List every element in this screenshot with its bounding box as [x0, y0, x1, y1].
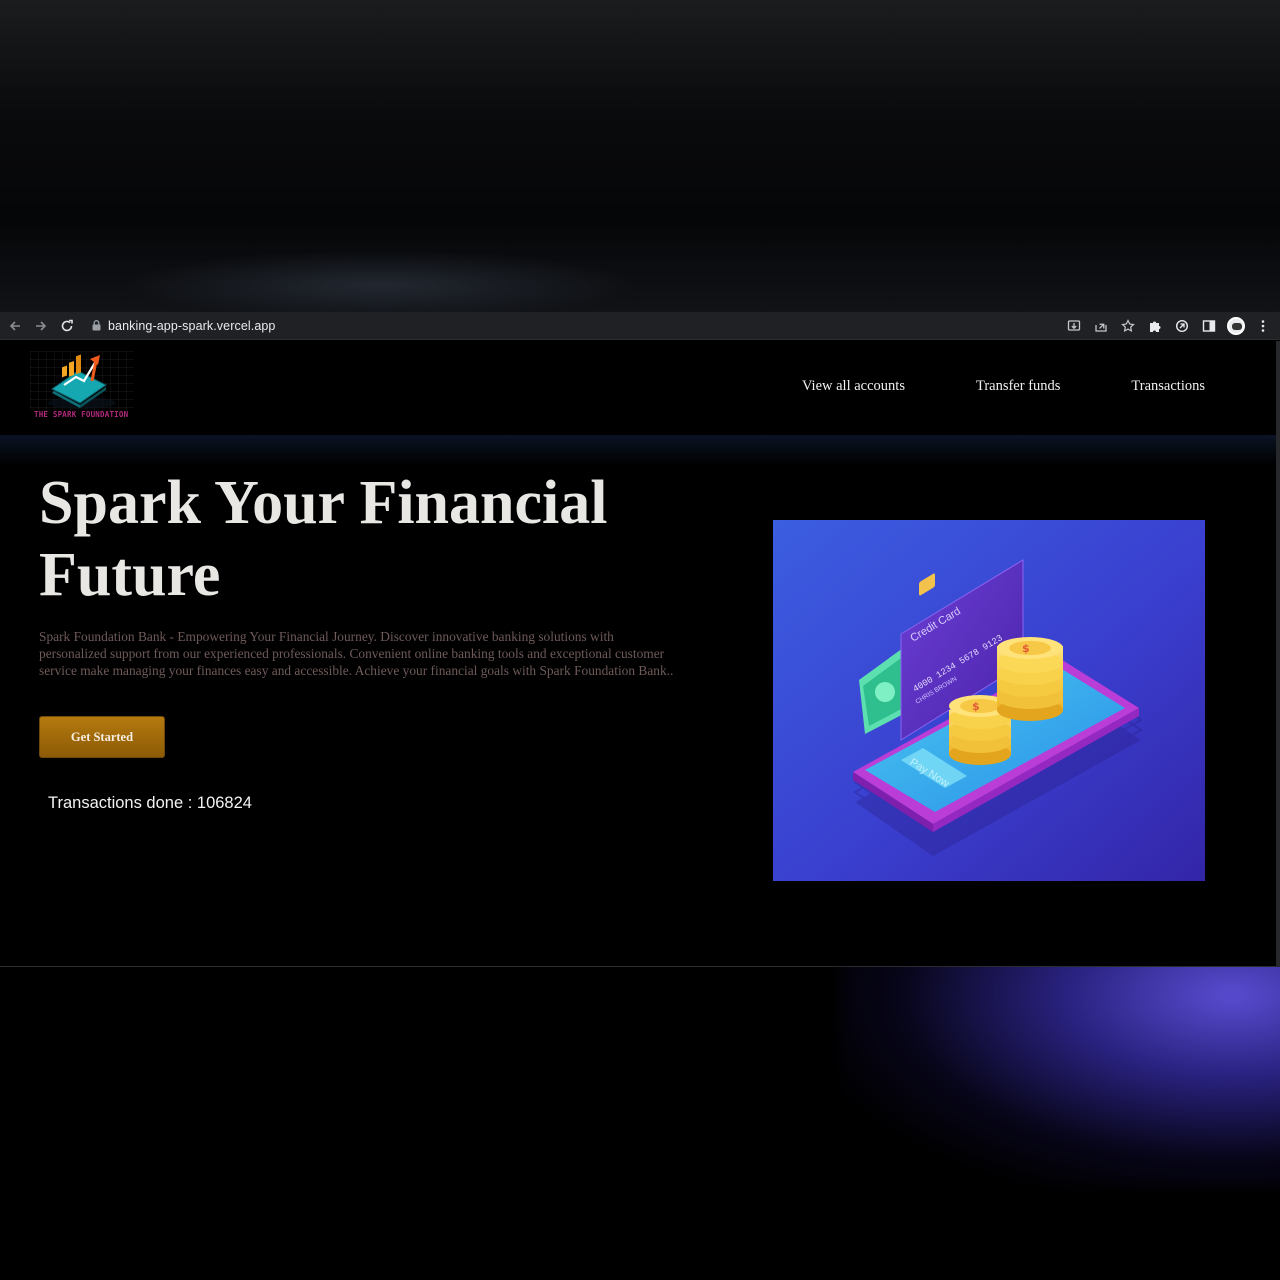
- lock-icon: [90, 320, 102, 331]
- dollar-sign-icon: $: [1022, 642, 1030, 655]
- install-icon: [1067, 320, 1080, 331]
- arrow-right-icon: [36, 320, 47, 331]
- puzzle-icon: [1149, 321, 1160, 332]
- coin-stack-back: $: [997, 637, 1063, 721]
- kebab-menu-icon: [1261, 320, 1264, 332]
- share-icon: [1094, 323, 1107, 332]
- site-header: THE SPARK FOUNDATION View all accounts T…: [0, 341, 1276, 435]
- side-panel-icon: [1202, 320, 1215, 332]
- main-nav: View all accounts Transfer funds Transac…: [802, 378, 1205, 395]
- page-scrollbar[interactable]: [1276, 341, 1280, 967]
- photo-backdrop-top: [0, 0, 1280, 320]
- arrow-left-icon: [9, 320, 20, 331]
- menu-button[interactable]: [1249, 312, 1276, 340]
- hero-title-line-1: Spark Your Financial: [39, 469, 608, 537]
- url-text: banking-app-spark.vercel.app: [108, 318, 276, 333]
- dollar-sign-icon: $: [972, 700, 980, 713]
- install-app-button[interactable]: [1060, 312, 1087, 340]
- get-started-button[interactable]: Get Started: [39, 716, 165, 758]
- payment-illustration: Credit Card 4000 1234 5678 9123 CHRIS BR…: [773, 520, 1205, 881]
- nav-transactions[interactable]: Transactions: [1131, 378, 1205, 395]
- logo-graphic: [48, 354, 116, 409]
- profile-button[interactable]: [1222, 312, 1249, 340]
- header-shadow: [0, 435, 1276, 465]
- reload-button[interactable]: [54, 312, 80, 340]
- browser-toolbar: banking-app-spark.vercel.app: [0, 312, 1280, 340]
- nav-view-all-accounts[interactable]: View all accounts: [802, 378, 905, 395]
- extension-button[interactable]: [1168, 312, 1195, 340]
- extension-icon: [1175, 319, 1188, 333]
- address-bar[interactable]: banking-app-spark.vercel.app: [90, 315, 275, 337]
- avatar: [1226, 317, 1245, 335]
- share-button[interactable]: [1087, 312, 1114, 340]
- back-button[interactable]: [2, 312, 28, 340]
- hero-description: Spark Foundation Bank - Empowering Your …: [39, 629, 674, 678]
- nav-transfer-funds[interactable]: Transfer funds: [976, 378, 1060, 395]
- bookmark-button[interactable]: [1114, 312, 1141, 340]
- web-page: THE SPARK FOUNDATION View all accounts T…: [0, 341, 1276, 967]
- photo-backdrop-bottom: [0, 967, 1280, 1280]
- forward-button[interactable]: [28, 312, 54, 340]
- site-logo[interactable]: THE SPARK FOUNDATION: [30, 351, 134, 423]
- hero-title-line-2: Future: [39, 541, 221, 609]
- transactions-count: Transactions done : 106824: [48, 794, 252, 812]
- logo-text: THE SPARK FOUNDATION: [34, 410, 129, 419]
- hero-illustration: Credit Card 4000 1234 5678 9123 CHRIS BR…: [773, 520, 1205, 881]
- monitor-glow: [840, 967, 1280, 1187]
- reload-icon: [61, 319, 73, 331]
- extensions-button[interactable]: [1141, 312, 1168, 340]
- hero-title: Spark Your Financial Future: [39, 467, 719, 611]
- side-panel-button[interactable]: [1195, 312, 1222, 340]
- star-icon: [1120, 319, 1135, 333]
